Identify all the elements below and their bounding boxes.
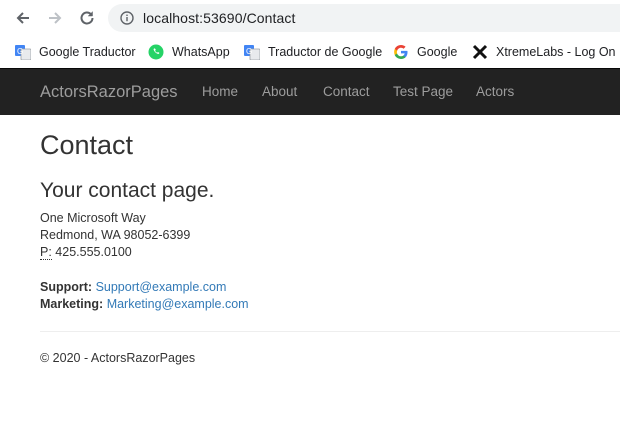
marketing-line: Marketing: Marketing@example.com — [40, 296, 249, 313]
xtremelabs-icon — [472, 44, 488, 60]
address-bar[interactable]: localhost:53690/Contact — [108, 4, 620, 32]
bookmark-xtremelabs[interactable]: XtremeLabs - Log On — [472, 41, 616, 63]
back-button[interactable] — [12, 7, 34, 29]
browser-toolbar: localhost:53690/Contact — [0, 0, 620, 36]
reload-button[interactable] — [76, 7, 98, 29]
whatsapp-icon — [148, 44, 164, 60]
svg-text:G: G — [17, 47, 23, 56]
footer-divider — [40, 331, 620, 332]
bookmark-google-traductor[interactable]: G Google Traductor — [15, 41, 136, 63]
app-navbar: ActorsRazorPages Home About Contact Test… — [0, 68, 620, 115]
reload-icon — [80, 11, 94, 25]
phone-number: 425.555.0100 — [55, 245, 132, 259]
address-block: One Microsoft Way Redmond, WA 98052-6399… — [40, 210, 190, 261]
navbar-brand[interactable]: ActorsRazorPages — [40, 83, 178, 102]
nav-link-contact[interactable]: Contact — [323, 84, 370, 99]
support-label: Support: — [40, 280, 93, 294]
url-text: localhost:53690/Contact — [143, 10, 296, 26]
back-arrow-icon — [16, 12, 29, 24]
google-translate-icon: G — [15, 44, 32, 61]
contact-emails: Support: Support@example.com Marketing: … — [40, 279, 249, 313]
support-line: Support: Support@example.com — [40, 279, 249, 296]
forward-button[interactable] — [44, 7, 66, 29]
bookmark-google[interactable]: Google — [393, 41, 457, 63]
svg-text:G: G — [246, 47, 252, 56]
forward-arrow-icon — [49, 12, 62, 24]
marketing-label: Marketing: — [40, 297, 104, 311]
nav-link-about[interactable]: About — [262, 84, 297, 99]
phone-line: P: 425.555.0100 — [40, 244, 190, 261]
support-email-link[interactable]: Support@example.com — [96, 280, 227, 294]
info-icon[interactable] — [120, 11, 134, 25]
bookmark-traductor-de-google[interactable]: G Traductor de Google — [244, 41, 382, 63]
phone-label: P: — [40, 245, 52, 260]
bookmarks-bar: G Google Traductor WhatsApp G Traductor … — [0, 36, 620, 68]
nav-link-home[interactable]: Home — [202, 84, 238, 99]
google-icon — [393, 44, 409, 60]
marketing-email-link[interactable]: Marketing@example.com — [107, 297, 249, 311]
google-translate-icon: G — [244, 44, 261, 61]
bookmark-whatsapp[interactable]: WhatsApp — [148, 41, 230, 63]
nav-link-test-page[interactable]: Test Page — [393, 84, 453, 99]
nav-link-actors[interactable]: Actors — [476, 84, 514, 99]
footer-copyright: © 2020 - ActorsRazorPages — [40, 351, 196, 365]
address-line-2: Redmond, WA 98052-6399 — [40, 228, 191, 242]
address-line-1: One Microsoft Way — [40, 211, 146, 225]
page-subtitle: Your contact page. — [40, 179, 215, 202]
page-title: Contact — [40, 130, 134, 160]
